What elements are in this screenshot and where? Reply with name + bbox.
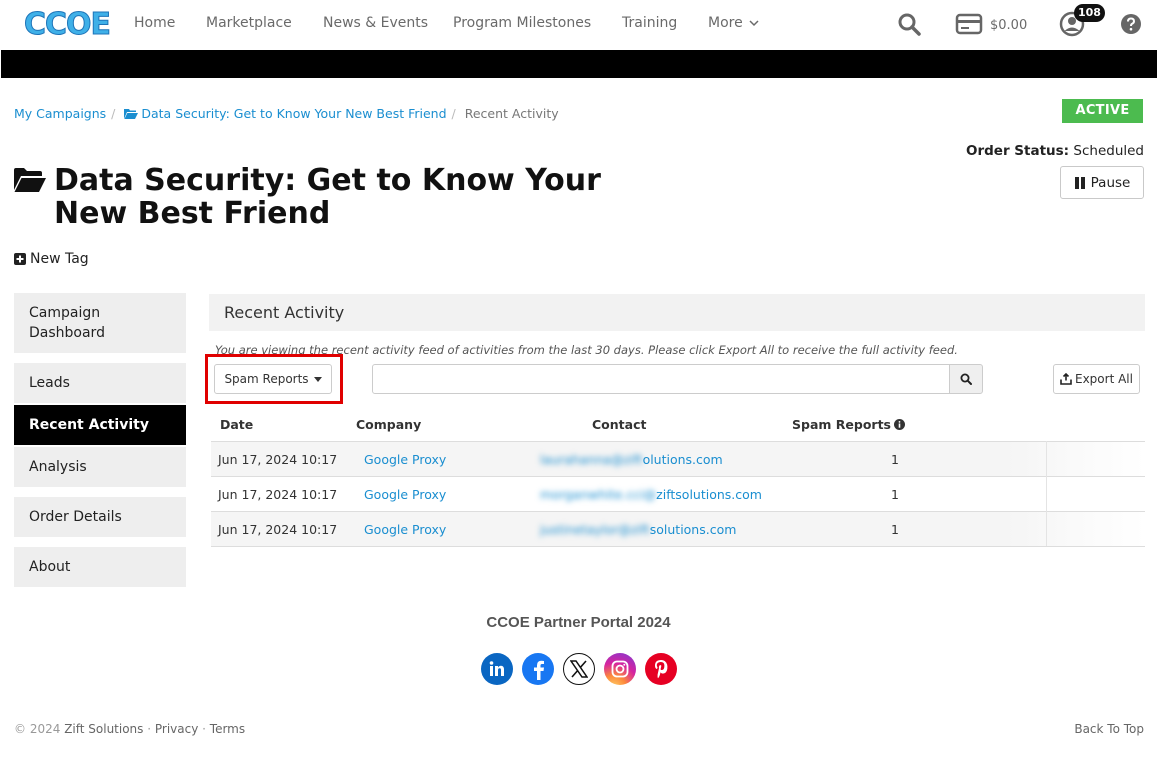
row-spam-count: 1	[891, 522, 899, 537]
info-icon[interactable]	[893, 419, 905, 430]
pause-button[interactable]: Pause	[1060, 166, 1144, 199]
copyright: © 2024 Zift Solutions · Privacy · Terms	[14, 722, 246, 736]
breadcrumb-campaign[interactable]: Data Security: Get to Know Your New Best…	[141, 106, 446, 121]
help-icon[interactable]	[1121, 14, 1141, 34]
sidebar-item-campaign-dashboard[interactable]: Campaign Dashboard	[14, 293, 186, 353]
folder-open-icon	[124, 109, 139, 119]
column-header-spam-reports[interactable]: Spam Reports	[792, 417, 905, 432]
sidebar-item-label: Order Details	[29, 509, 122, 525]
table-row: Jun 17, 2024 10:17 Google Proxy justinet…	[211, 511, 1145, 546]
contact-redacted: justinetaylor@zift	[540, 522, 650, 537]
sidebar-item-label: Analysis	[29, 459, 87, 475]
sidebar-item-leads[interactable]: Leads	[14, 363, 186, 403]
sidebar-item-label: Recent Activity	[29, 417, 149, 433]
instagram-icon[interactable]	[604, 653, 636, 685]
search-icon[interactable]	[897, 12, 921, 36]
page-title: Data Security: Get to Know Your New Best…	[54, 163, 601, 231]
status-badge: ACTIVE	[1062, 99, 1143, 123]
black-banner	[1, 50, 1157, 78]
column-header-contact[interactable]: Contact	[592, 417, 646, 432]
ccoe-logo[interactable]: CCOE	[23, 5, 111, 45]
order-status-label: Order Status:	[965, 143, 1070, 159]
pause-icon	[1074, 176, 1085, 189]
panel-title: Recent Activity	[209, 294, 1145, 331]
wallet-amount[interactable]: $0.00	[990, 18, 1027, 33]
search-button[interactable]	[949, 364, 983, 394]
column-header-company[interactable]: Company	[356, 417, 421, 432]
facebook-icon[interactable]	[522, 653, 554, 685]
breadcrumb-my-campaigns[interactable]: My Campaigns	[14, 106, 106, 121]
credit-card-icon[interactable]	[955, 13, 983, 35]
copyright-prefix: © 2024	[14, 722, 61, 736]
footer-title: CCOE Partner Portal 2024	[486, 614, 671, 631]
chevron-down-icon	[749, 20, 759, 27]
nav-marketplace[interactable]: Marketplace	[206, 15, 292, 31]
nav-more[interactable]: More	[708, 15, 759, 31]
contact-visible: solutions.com	[649, 522, 737, 537]
nav-training[interactable]: Training	[622, 15, 677, 31]
row-contact-link[interactable]: laurahanna@ziftolutions.com	[540, 452, 723, 467]
notification-badge: 108	[1074, 4, 1105, 22]
export-all-button[interactable]: Export All	[1053, 364, 1140, 394]
back-to-top-link[interactable]: Back To Top	[1074, 722, 1144, 736]
row-spam-count: 1	[891, 452, 899, 467]
order-status: Order Status: Scheduled	[966, 143, 1144, 159]
sidebar-item-analysis[interactable]: Analysis	[14, 447, 186, 487]
column-header-date[interactable]: Date	[220, 417, 253, 432]
nav-home[interactable]: Home	[134, 15, 175, 31]
export-icon	[1060, 373, 1072, 385]
caret-down-icon	[313, 376, 322, 382]
row-date: Jun 17, 2024 10:17	[218, 452, 338, 467]
plus-square-icon	[14, 253, 26, 265]
contact-redacted: morganwhite.cci@	[540, 487, 657, 502]
pause-label: Pause	[1090, 174, 1131, 191]
folder-open-icon	[14, 168, 46, 192]
row-contact-link[interactable]: morganwhite.cci@ziftsolutions.com	[540, 487, 762, 502]
pinterest-icon[interactable]	[645, 653, 677, 685]
terms-link[interactable]: Terms	[210, 722, 245, 736]
privacy-link[interactable]: Privacy	[155, 722, 198, 736]
activity-type-label: Spam Reports	[224, 372, 309, 386]
sidebar-item-label: Campaign Dashboard	[29, 305, 105, 341]
new-tag-label: New Tag	[30, 251, 89, 267]
row-company-link[interactable]: Google Proxy	[364, 487, 446, 502]
export-all-label: Export All	[1075, 372, 1133, 386]
table-column-divider	[1046, 441, 1047, 546]
row-contact-link[interactable]: justinetaylor@ziftsolutions.com	[540, 522, 736, 537]
contact-redacted: laurahanna@zift	[540, 452, 643, 467]
row-spam-count: 1	[891, 487, 899, 502]
table-bottom-border	[211, 546, 1145, 547]
top-navigation: CCOE Home Marketplace News & Events Prog…	[0, 0, 1157, 50]
sidebar-item-label: Leads	[29, 375, 70, 391]
nav-more-label: More	[708, 15, 743, 31]
breadcrumb-current: Recent Activity	[464, 106, 559, 121]
search-icon	[960, 373, 972, 385]
new-tag-button[interactable]: New Tag	[14, 251, 89, 267]
search-input[interactable]	[372, 364, 950, 394]
breadcrumb: My Campaigns / Data Security: Get to Know…	[14, 106, 559, 121]
table-row: Jun 17, 2024 10:17 Google Proxy morganwh…	[211, 476, 1145, 511]
row-date: Jun 17, 2024 10:17	[218, 487, 338, 502]
table-row: Jun 17, 2024 10:17 Google Proxy laurahan…	[211, 441, 1145, 476]
contact-visible: ziftsolutions.com	[656, 487, 762, 502]
nav-program-milestones[interactable]: Program Milestones	[453, 15, 591, 31]
sidebar-item-recent-activity[interactable]: Recent Activity	[14, 405, 186, 445]
order-status-value: Scheduled	[1073, 143, 1144, 159]
row-company-link[interactable]: Google Proxy	[364, 522, 446, 537]
sidebar-item-about[interactable]: About	[14, 547, 186, 587]
zift-solutions-link[interactable]: Zift Solutions	[64, 722, 143, 736]
sidebar-item-label: About	[29, 559, 71, 575]
linkedin-icon[interactable]	[481, 653, 513, 685]
activity-type-dropdown[interactable]: Spam Reports	[214, 364, 332, 394]
row-company-link[interactable]: Google Proxy	[364, 452, 446, 467]
sidebar-item-order-details[interactable]: Order Details	[14, 497, 186, 537]
x-icon[interactable]	[563, 653, 595, 685]
nav-news-events[interactable]: News & Events	[323, 15, 428, 31]
row-date: Jun 17, 2024 10:17	[218, 522, 338, 537]
contact-visible: olutions.com	[642, 452, 723, 467]
